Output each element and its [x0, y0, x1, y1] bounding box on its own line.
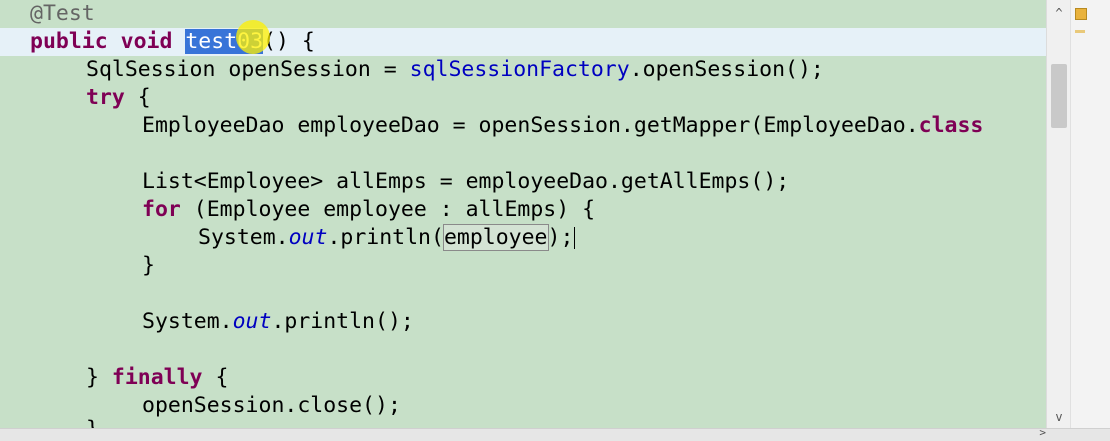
code-line-5[interactable]: EmployeeDao employeeDao = openSession.ge…	[142, 112, 983, 140]
horizontal-scrollbar[interactable]: >	[0, 426, 1110, 441]
code-line-12[interactable]: System.out.println();	[142, 308, 414, 336]
scroll-right-icon[interactable]: >	[1039, 426, 1046, 439]
vertical-scrollbar[interactable]: ^ v	[1046, 0, 1071, 428]
scrollbar-thumb[interactable]	[1051, 64, 1067, 128]
overview-ruler[interactable]	[1070, 0, 1110, 428]
marked-occurrence[interactable]: employee	[442, 224, 549, 251]
code-line-7[interactable]: List<Employee> allEmps = employeeDao.get…	[142, 168, 789, 196]
code-line-3[interactable]: SqlSession openSession = sqlSessionFacto…	[86, 56, 824, 84]
code-line-1[interactable]: @Test	[30, 0, 95, 28]
println-token: .println();	[271, 309, 414, 334]
statement-text: List<Employee> allEmps = employeeDao.get…	[142, 169, 790, 194]
close-paren-token: );	[547, 225, 574, 250]
brace-token: {	[202, 365, 229, 390]
static-field-out: out	[288, 225, 328, 250]
scroll-down-icon[interactable]: v	[1047, 406, 1071, 428]
type-token: SqlSession	[86, 57, 216, 82]
scroll-up-icon[interactable]: ^	[1047, 2, 1071, 24]
code-line-15[interactable]: openSession.close();	[142, 392, 401, 420]
occurrence-marker[interactable]	[1075, 30, 1085, 33]
brace-token: }	[86, 365, 112, 390]
brace-token: {	[124, 85, 151, 110]
keyword-class: class	[918, 113, 984, 138]
code-line-2-current[interactable]: public void test03() {	[0, 28, 1046, 56]
code-line-4[interactable]: try {	[86, 84, 151, 112]
annotation-token: @Test	[30, 1, 95, 26]
for-header: (Employee employee : allEmps) {	[180, 197, 596, 222]
keyword-for: for	[142, 197, 181, 222]
code-line-8[interactable]: for (Employee employee : allEmps) {	[142, 196, 595, 224]
keyword-finally: finally	[111, 365, 203, 390]
statement-text: openSession.close();	[142, 393, 401, 418]
call-token: .openSession();	[629, 57, 824, 82]
static-field-out: out	[232, 309, 272, 334]
keyword-public: public	[30, 29, 108, 54]
code-line-14[interactable]: } finally {	[86, 364, 228, 392]
keyword-void: void	[120, 29, 173, 54]
brace-token: }	[142, 253, 155, 278]
assign-token: =	[370, 57, 410, 82]
code-line-16[interactable]: }	[86, 416, 99, 428]
brace-token: }	[86, 417, 99, 428]
mouse-pointer-highlight	[236, 20, 270, 54]
code-line-10[interactable]: }	[142, 252, 155, 280]
warning-marker-icon[interactable]	[1075, 8, 1087, 20]
keyword-try: try	[86, 85, 125, 110]
println-token: .println(	[327, 225, 444, 250]
system-token: System.	[198, 225, 289, 250]
code-line-9[interactable]: System.out.println(employee);	[198, 224, 576, 252]
system-token: System.	[142, 309, 233, 334]
method-signature-rest: () {	[263, 29, 315, 54]
field-token: sqlSessionFactory	[409, 57, 630, 82]
code-editor[interactable]: @Test public void test03() { SqlSession …	[0, 0, 1046, 428]
statement-text: EmployeeDao employeeDao = openSession.ge…	[142, 113, 919, 138]
text-caret	[574, 227, 576, 249]
variable-token: openSession	[228, 57, 371, 82]
